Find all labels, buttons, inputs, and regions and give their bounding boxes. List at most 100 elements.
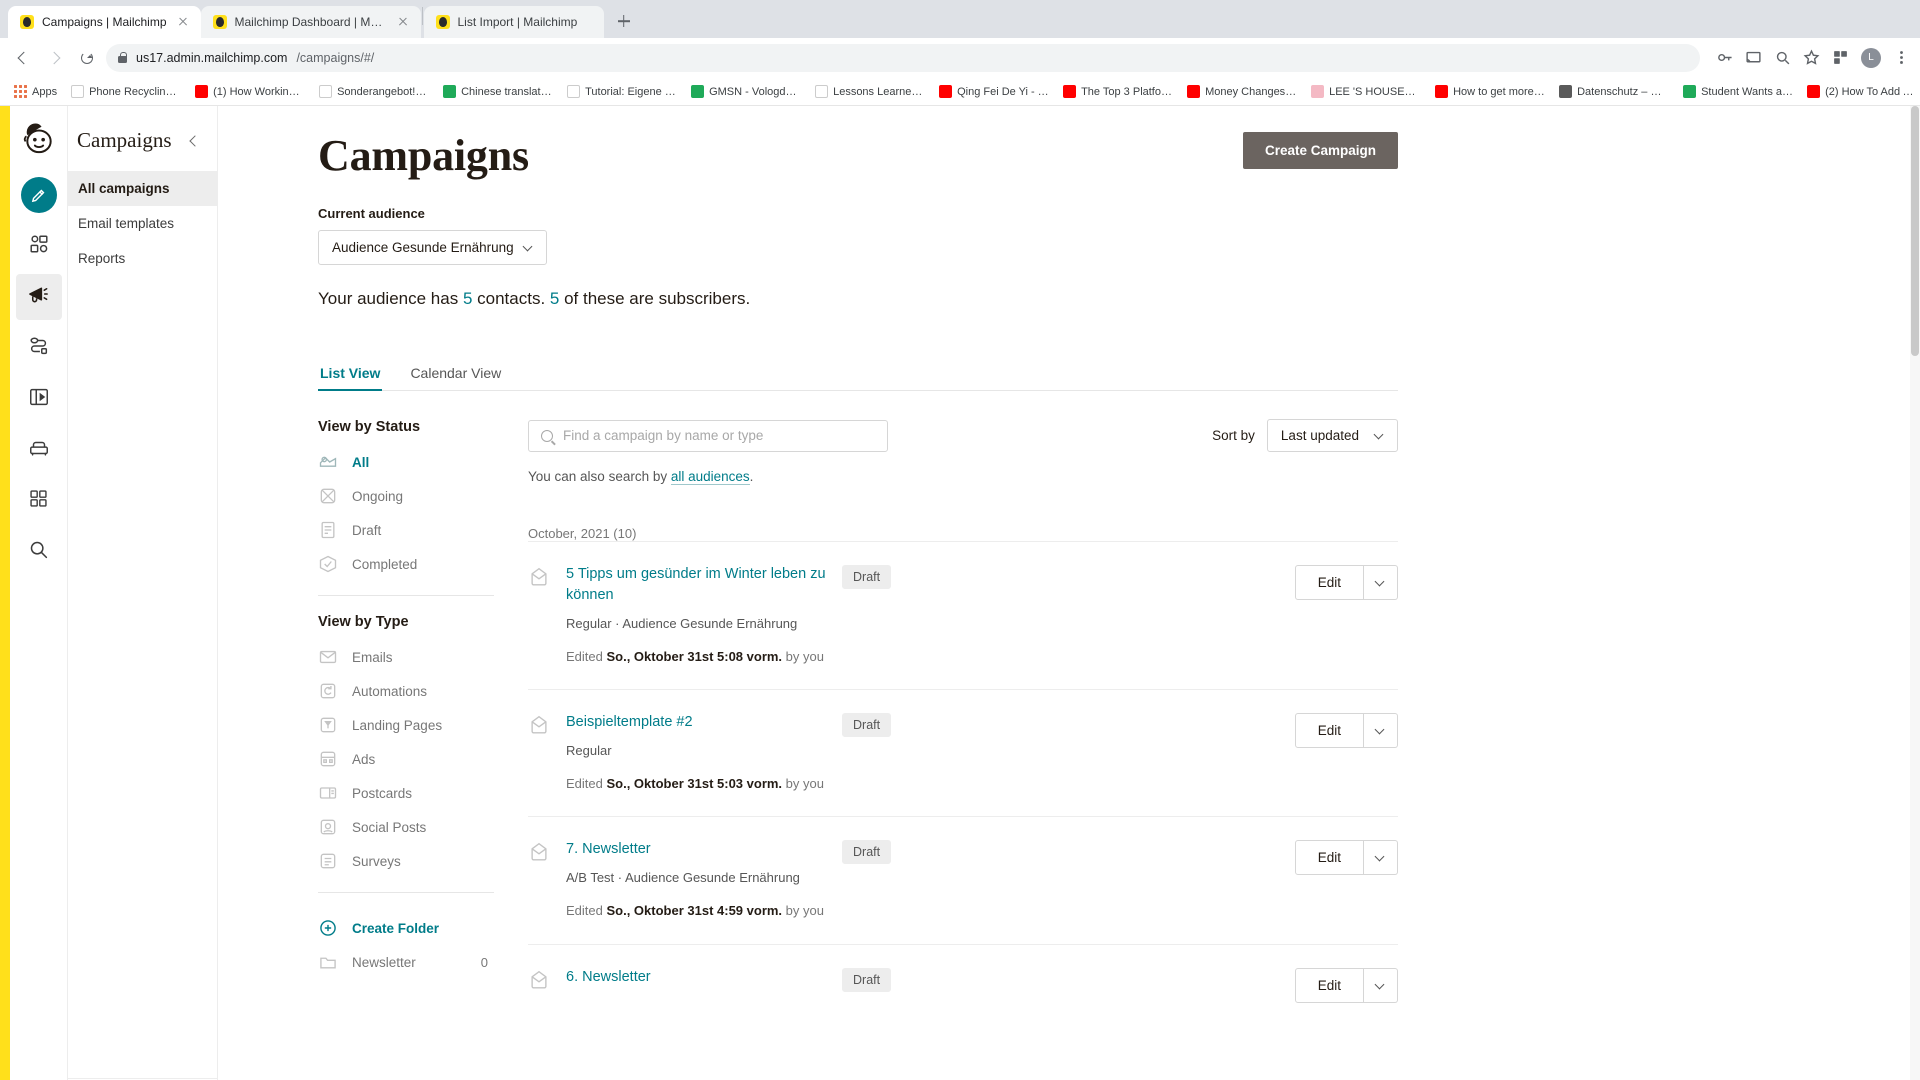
sidebar-item-label: Email templates [78, 216, 175, 231]
campaign-name[interactable]: 7. Newsletter [566, 839, 826, 860]
filter-type-postcards[interactable]: Postcards [318, 776, 494, 810]
bookmark-item[interactable]: Sonderangebot! |… [313, 83, 435, 100]
audience-icon [28, 233, 50, 260]
bookmark-item[interactable]: How to get more v… [1429, 83, 1551, 100]
edit-button[interactable]: Edit [1294, 840, 1364, 876]
reload-button[interactable] [74, 45, 100, 71]
edit-button[interactable]: Edit [1294, 713, 1364, 749]
search-hint-suffix: . [749, 469, 754, 485]
sidebar-item-email-templates[interactable]: Email templates [68, 206, 217, 241]
bookmark-label: Money Changes E… [1205, 85, 1298, 98]
filter-type-ads[interactable]: Ads [318, 742, 494, 776]
new-tab-button[interactable] [610, 7, 638, 35]
filter-status-completed[interactable]: Completed [318, 547, 494, 581]
campaign-row[interactable]: 5 Tipps um gesünder im Winter leben zu k… [528, 541, 1398, 689]
folder-label: Newsletter [352, 954, 416, 970]
filter-type-surveys[interactable]: Surveys [318, 844, 494, 878]
edit-dropdown-button[interactable] [1364, 565, 1398, 601]
favicon [567, 85, 581, 98]
status-badge: Draft [842, 713, 892, 738]
sidebar-item-campaigns[interactable] [15, 274, 62, 320]
favicon [195, 85, 209, 98]
bookmark-item[interactable]: Lessons Learned f… [809, 83, 931, 100]
cast-icon[interactable] [1745, 49, 1762, 66]
browser-tab-2[interactable]: List Import | Mailchimp [423, 6, 604, 38]
sidebar-item-integrations[interactable] [16, 478, 62, 524]
close-icon[interactable] [395, 14, 411, 30]
filter-type-social-posts[interactable]: Social Posts [318, 810, 494, 844]
favicon [939, 85, 953, 98]
campaign-row[interactable]: 7. Newsletter A/B Test · Audience Gesund… [528, 816, 1398, 943]
bookmark-label: GMSN - Vologda,… [709, 85, 802, 98]
filter-status-draft[interactable]: Draft [318, 513, 494, 547]
filter-label: Draft [352, 522, 382, 538]
campaign-edited: Edited So., Oktober 31st 5:08 vorm. by y… [566, 647, 826, 667]
browser-menu-icon[interactable] [1893, 49, 1910, 66]
campaign-name[interactable]: 5 Tipps um gesünder im Winter leben zu k… [566, 564, 826, 605]
profile-avatar[interactable]: L [1861, 47, 1881, 68]
campaign-name[interactable]: 6. Newsletter [566, 967, 826, 988]
filter-label: All [352, 454, 370, 470]
chevron-left-icon[interactable] [187, 134, 201, 148]
search-placeholder: Find a campaign by name or type [563, 428, 764, 444]
close-icon[interactable] [175, 14, 191, 30]
filter-status-all[interactable]: All [318, 445, 494, 479]
bookmark-item[interactable]: Datenschutz – Re… [1553, 83, 1675, 100]
edit-button[interactable]: Edit [1294, 565, 1364, 601]
sidebar-item-content-studio[interactable] [16, 427, 62, 473]
audience-select[interactable]: Audience Gesunde Ernährung [318, 230, 547, 266]
bookmark-star-icon[interactable] [1803, 49, 1820, 66]
zoom-icon[interactable] [1774, 49, 1791, 66]
campaign-row[interactable]: 6. Newsletter Draft Edit [528, 943, 1398, 1025]
bookmark-item[interactable]: Qing Fei De Yi - Y… [933, 83, 1055, 100]
filter-status-ongoing[interactable]: Ongoing [318, 479, 494, 513]
page-scrollbar[interactable] [1910, 106, 1920, 1080]
sidebar-item-create[interactable] [16, 172, 62, 218]
edit-dropdown-button[interactable] [1364, 967, 1398, 1003]
key-icon[interactable] [1716, 49, 1733, 66]
scrollbar-thumb[interactable] [1911, 106, 1919, 356]
sidebar-item-reports[interactable]: Reports [68, 241, 217, 276]
create-campaign-button[interactable]: Create Campaign [1242, 132, 1398, 169]
address-bar[interactable]: us17.admin.mailchimp.com/campaigns/#/ [106, 43, 1700, 72]
bookmark-item[interactable]: Student Wants an… [1677, 83, 1799, 100]
bookmark-item[interactable]: GMSN - Vologda,… [685, 83, 807, 100]
bookmark-item[interactable]: (2) How To Add A… [1801, 83, 1920, 100]
extensions-icon[interactable] [1832, 49, 1849, 66]
bookmark-label: Apps [32, 85, 58, 98]
create-folder-button[interactable]: Create Folder [318, 911, 494, 945]
back-button[interactable] [10, 45, 36, 71]
mailchimp-logo[interactable] [19, 118, 59, 158]
bookmark-apps[interactable]: Apps [8, 83, 63, 100]
sort-by-select[interactable]: Last updated [1266, 419, 1398, 453]
edit-dropdown-button[interactable] [1364, 840, 1398, 876]
campaign-row[interactable]: Beispieltemplate #2 Regular Edited So., … [528, 689, 1398, 816]
bookmark-item[interactable]: LEE 'S HOUSE—… [1305, 83, 1427, 100]
bookmark-item[interactable]: (1) How Working a… [189, 83, 311, 100]
campaign-name[interactable]: Beispieltemplate #2 [566, 712, 826, 733]
folder-item-newsletter[interactable]: Newsletter 0 [318, 945, 494, 979]
all-audiences-link[interactable]: all audiences [670, 469, 750, 486]
sidebar-item-automations[interactable] [16, 325, 62, 371]
sidebar-item-website[interactable] [16, 376, 62, 422]
bookmark-item[interactable]: Money Changes E… [1181, 83, 1303, 100]
search-input[interactable]: Find a campaign by name or type [528, 419, 888, 452]
forward-button[interactable] [42, 45, 68, 71]
bookmark-item[interactable]: Phone Recycling… [65, 83, 187, 100]
filter-type-landing-pages[interactable]: Landing Pages [318, 708, 494, 742]
sidebar-item-all-campaigns[interactable]: All campaigns [68, 171, 217, 206]
bookmark-item[interactable]: Tutorial: Eigene Fa… [561, 83, 683, 100]
sidebar-item-audience[interactable] [16, 223, 62, 269]
browser-tab-1[interactable]: Mailchimp Dashboard | Mailch [200, 6, 421, 38]
tab-list-view[interactable]: List View [318, 365, 383, 392]
sidebar-item-search[interactable] [16, 529, 62, 575]
bookmark-item[interactable]: Chinese translatio… [437, 83, 559, 100]
tab-calendar-view[interactable]: Calendar View [408, 365, 503, 390]
main-content: Campaigns Create Campaign Current audien… [218, 106, 1920, 1080]
filter-type-emails[interactable]: Emails [318, 640, 494, 674]
bookmark-item[interactable]: The Top 3 Platfor… [1057, 83, 1179, 100]
edit-button[interactable]: Edit [1294, 967, 1364, 1003]
browser-tab-0[interactable]: Campaigns | Mailchimp [8, 6, 201, 38]
edit-dropdown-button[interactable] [1364, 713, 1398, 749]
filter-type-automations[interactable]: Automations [318, 674, 494, 708]
